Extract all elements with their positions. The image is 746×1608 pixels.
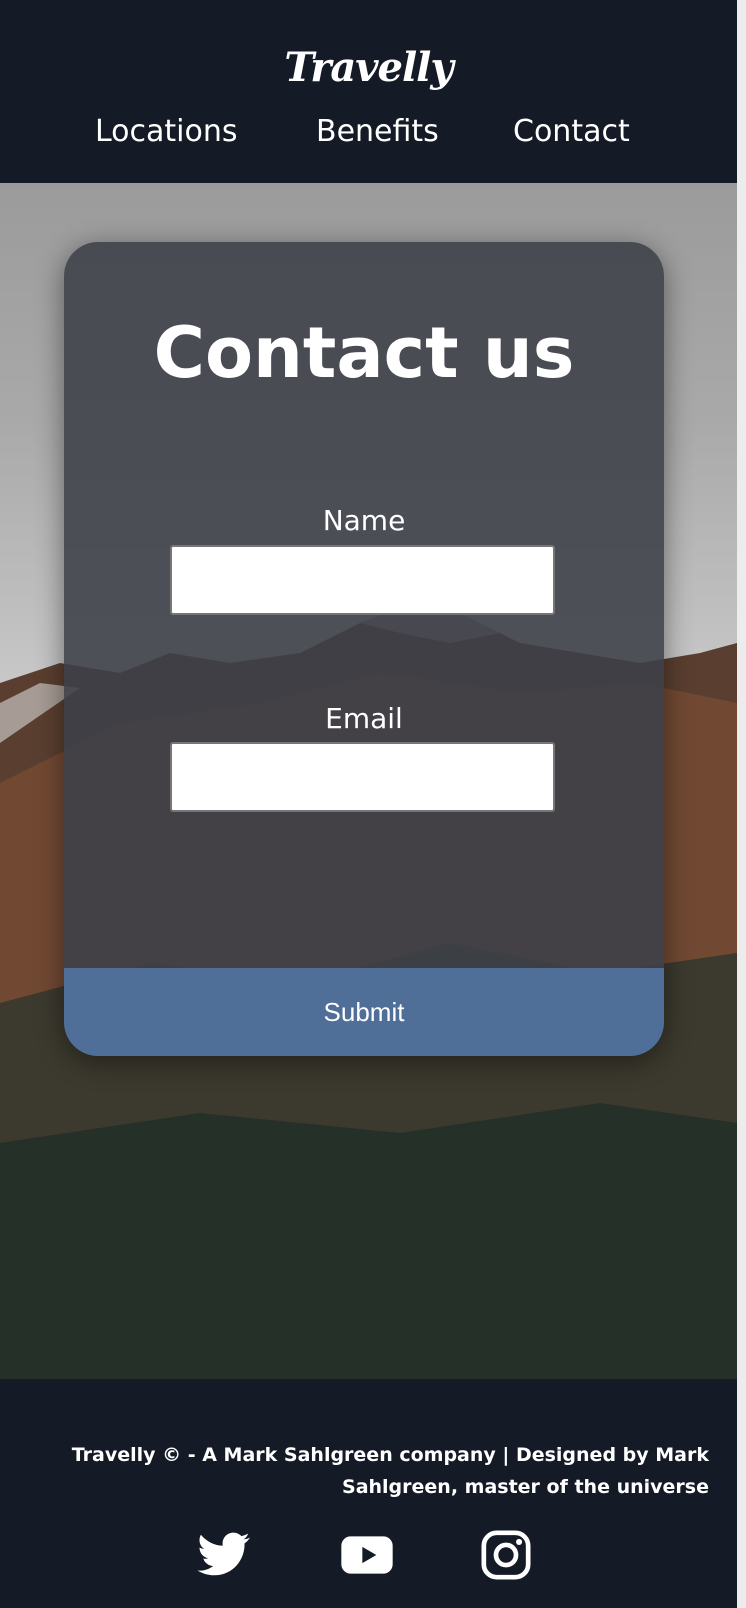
nav-benefits[interactable]: Benefits — [316, 114, 439, 149]
scrollbar[interactable] — [737, 0, 746, 1608]
name-label: Name — [322, 504, 406, 537]
twitter-icon[interactable] — [196, 1527, 252, 1583]
site-header: Travelly Locations Benefits Contact — [0, 0, 737, 183]
name-input[interactable] — [170, 545, 555, 615]
submit-button[interactable]: Submit — [64, 968, 664, 1056]
contact-card: Contact us Name Email Submit — [64, 242, 664, 1056]
page-title: Contact us — [153, 312, 575, 394]
footer-copyright: Travelly © - A Mark Sahlgreen company | … — [71, 1444, 709, 1498]
email-label: Email — [325, 702, 403, 735]
instagram-icon[interactable] — [478, 1527, 534, 1583]
site-footer: Travelly © - A Mark Sahlgreen company | … — [0, 1379, 737, 1608]
email-input[interactable] — [170, 742, 555, 812]
logo[interactable]: Travelly — [0, 44, 737, 91]
youtube-icon[interactable] — [339, 1527, 395, 1583]
nav-locations[interactable]: Locations — [95, 114, 238, 149]
nav-contact[interactable]: Contact — [513, 114, 630, 149]
